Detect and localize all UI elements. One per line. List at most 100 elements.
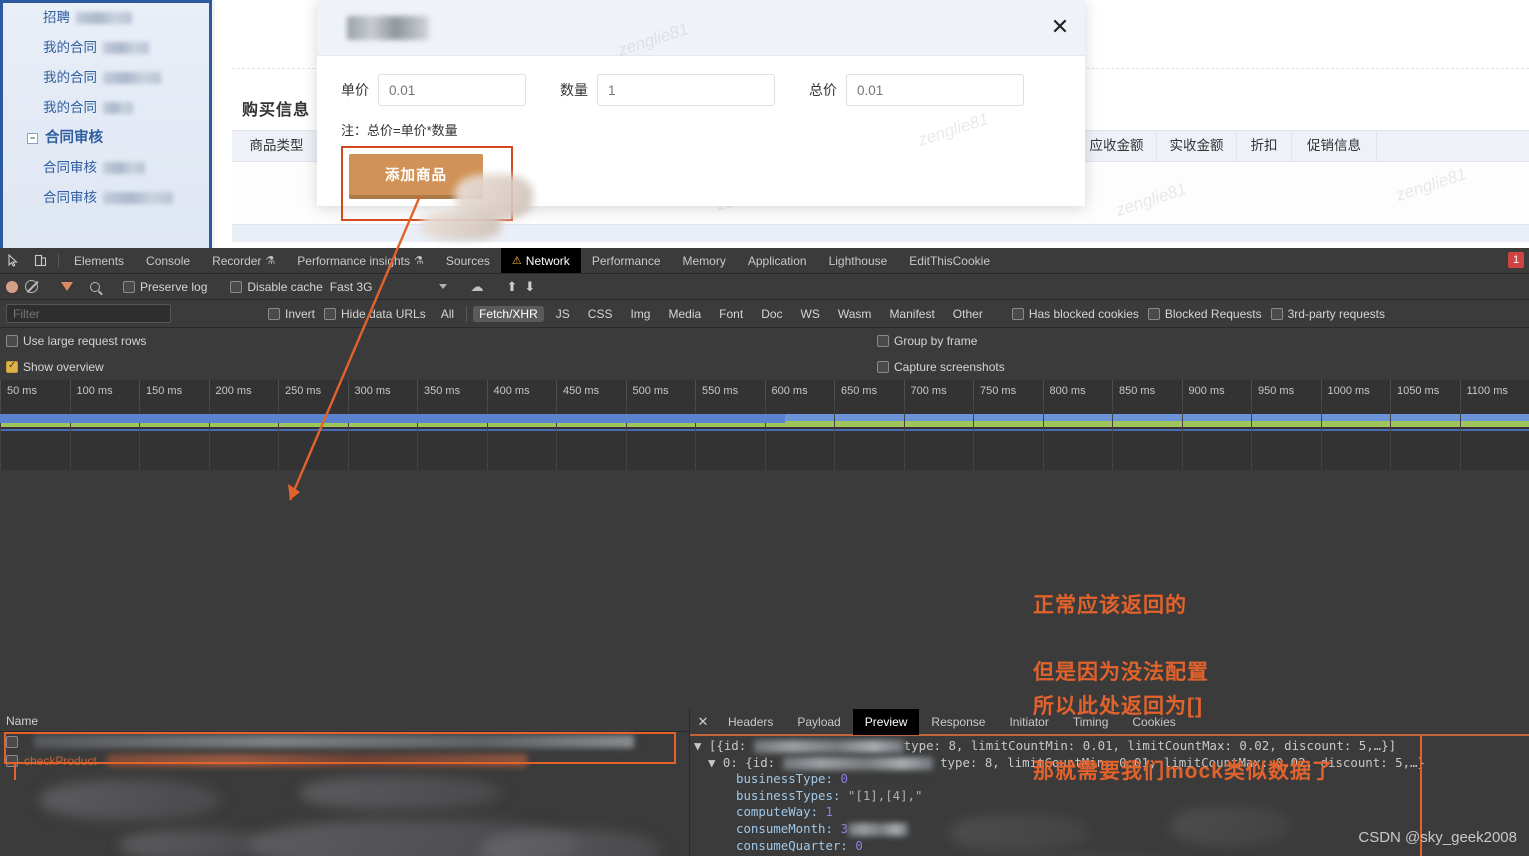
sidebar-item-0[interactable]: 招聘 bbox=[3, 3, 209, 33]
app-sidebar[interactable]: 招聘我的合同我的合同我的合同−合同审核合同审核合同审核 bbox=[0, 0, 212, 248]
search-icon[interactable] bbox=[90, 282, 100, 292]
close-icon[interactable]: ✕ bbox=[1045, 14, 1075, 44]
devtools-tabs: Elements ConsoleRecorder⚗Performance insi… bbox=[63, 248, 1001, 273]
filter-icon[interactable] bbox=[61, 282, 73, 291]
type-filter-other[interactable]: Other bbox=[947, 306, 989, 322]
response-tab-payload[interactable]: Payload bbox=[785, 709, 852, 735]
type-filter-ws[interactable]: WS bbox=[795, 306, 826, 322]
devtools-tab-editthiscookie[interactable]: EditThisCookie bbox=[898, 248, 1001, 273]
type-filter-img[interactable]: Img bbox=[624, 306, 656, 322]
devtools-tab-elements[interactable]: Elements bbox=[63, 248, 135, 273]
use-large-request-rows-checkbox[interactable]: Use large request rows bbox=[6, 334, 146, 348]
overview-tick-0: 50 ms bbox=[0, 380, 70, 402]
type-filter-js[interactable]: JS bbox=[550, 306, 576, 322]
show-overview-label: Show overview bbox=[23, 360, 104, 374]
json-entry-businessTypes: businessTypes: "[1],[4]," bbox=[690, 788, 1529, 805]
type-filter-font[interactable]: Font bbox=[713, 306, 749, 322]
capture-screenshots-checkbox[interactable]: Capture screenshots bbox=[877, 360, 1005, 374]
show-overview-checkbox[interactable]: Show overview bbox=[6, 360, 104, 374]
close-icon[interactable]: ✕ bbox=[690, 714, 716, 730]
request-row-0[interactable] bbox=[0, 732, 689, 751]
device-toolbar-icon[interactable] bbox=[27, 248, 54, 273]
devtools-tab-performance-insights[interactable]: Performance insights⚗ bbox=[286, 248, 435, 273]
network-toolbar: Preserve log Disable cache Fast 3G ☁ ⬆ ⬇ bbox=[0, 274, 1529, 300]
hide-data-urls-label: Hide data URLs bbox=[341, 307, 426, 321]
table-header-cell-0: 商品类型 bbox=[232, 130, 322, 162]
sidebar-item-6[interactable]: 合同审核 bbox=[3, 183, 209, 213]
overview-time-ruler: 50 ms100 ms150 ms200 ms250 ms300 ms350 m… bbox=[0, 380, 1529, 402]
sidebar-item-4[interactable]: −合同审核 bbox=[3, 123, 209, 153]
devtools-tab-application[interactable]: Application bbox=[737, 248, 818, 273]
devtools-tab-recorder[interactable]: Recorder⚗ bbox=[201, 248, 286, 273]
group-by-frame-label: Group by frame bbox=[894, 334, 977, 348]
modal-header: ✕ bbox=[317, 0, 1085, 56]
devtools-tab-console[interactable]: Console bbox=[135, 248, 201, 273]
field-label-0: 单价 bbox=[341, 80, 369, 100]
field-input-2[interactable] bbox=[846, 74, 1024, 106]
devtools-tab-label: EditThisCookie bbox=[909, 254, 990, 268]
response-tab-response[interactable]: Response bbox=[919, 709, 997, 735]
devtools-tab-memory[interactable]: Memory bbox=[672, 248, 737, 273]
sidebar-item-5[interactable]: 合同审核 bbox=[3, 153, 209, 183]
third-party-requests-checkbox[interactable]: 3rd-party requests bbox=[1271, 307, 1385, 321]
type-filter-doc[interactable]: Doc bbox=[755, 306, 788, 322]
record-icon[interactable] bbox=[6, 281, 18, 293]
field-1: 数量 bbox=[560, 74, 775, 106]
json-key: computeWay: bbox=[736, 804, 826, 819]
field-input-1[interactable] bbox=[597, 74, 775, 106]
network-overview[interactable]: 50 ms100 ms150 ms200 ms250 ms300 ms350 m… bbox=[0, 380, 1529, 470]
group-by-frame-checkbox[interactable]: Group by frame bbox=[877, 334, 977, 348]
devtools-tab-network[interactable]: ⚠Network bbox=[501, 248, 581, 273]
type-filter-media[interactable]: Media bbox=[662, 306, 707, 322]
capture-screenshots-label: Capture screenshots bbox=[894, 360, 1005, 374]
redacted-text bbox=[103, 192, 173, 204]
overview-gridline-3 bbox=[209, 402, 210, 470]
devtools-tab-label: Lighthouse bbox=[829, 254, 888, 268]
requests-column-header[interactable]: Name bbox=[0, 710, 689, 732]
sidebar-item-1[interactable]: 我的合同 bbox=[3, 33, 209, 63]
disable-cache-checkbox[interactable]: Disable cache bbox=[230, 280, 322, 294]
response-tab-headers[interactable]: Headers bbox=[716, 709, 785, 735]
devtools-tab-label: Sources bbox=[446, 254, 490, 268]
sidebar-item-2[interactable]: 我的合同 bbox=[3, 63, 209, 93]
hide-data-urls-checkbox[interactable]: Hide data URLs bbox=[324, 307, 426, 321]
blocked-requests-checkbox[interactable]: Blocked Requests bbox=[1148, 307, 1262, 321]
request-row-1[interactable]: checkProduct bbox=[0, 751, 689, 770]
has-blocked-cookies-checkbox[interactable]: Has blocked cookies bbox=[1012, 307, 1139, 321]
tree-collapse-icon[interactable]: − bbox=[27, 133, 38, 144]
add-product-button[interactable]: 添加商品 bbox=[349, 154, 483, 199]
filter-input[interactable] bbox=[6, 304, 171, 323]
response-tab-preview[interactable]: Preview bbox=[853, 709, 920, 735]
error-count-badge[interactable]: 1 bbox=[1508, 252, 1524, 268]
network-conditions-icon[interactable]: ☁ bbox=[470, 279, 483, 295]
field-input-0[interactable] bbox=[378, 74, 526, 106]
sidebar-item-3[interactable]: 我的合同 bbox=[3, 93, 209, 123]
request-checkbox[interactable] bbox=[6, 736, 18, 748]
requests-list: checkProduct bbox=[0, 732, 689, 770]
json-root-prefix: ▼ [{id: bbox=[694, 738, 754, 753]
type-filter-manifest[interactable]: Manifest bbox=[883, 306, 940, 322]
throttling-select-value[interactable]: Fast 3G bbox=[330, 280, 373, 294]
type-filter-wasm[interactable]: Wasm bbox=[832, 306, 878, 322]
preserve-log-checkbox[interactable]: Preserve log bbox=[123, 280, 207, 294]
type-filter-fetch-xhr[interactable]: Fetch/XHR bbox=[473, 306, 544, 322]
type-filter-css[interactable]: CSS bbox=[582, 306, 619, 322]
field-label-2: 总价 bbox=[809, 80, 837, 100]
invert-checkbox[interactable]: Invert bbox=[268, 307, 315, 321]
chevron-down-icon[interactable] bbox=[439, 284, 447, 289]
import-har-icon[interactable]: ⬆ bbox=[506, 279, 517, 295]
overview-request-bar bbox=[0, 414, 785, 423]
devtools-tab-label: Performance bbox=[592, 254, 661, 268]
export-har-icon[interactable]: ⬇ bbox=[524, 279, 535, 295]
devtools-tab-label: Elements bbox=[74, 254, 124, 268]
json-root-line[interactable]: ▼ [{id: type: 8, limitCountMin: 0.01, li… bbox=[690, 738, 1529, 755]
request-checkbox[interactable] bbox=[6, 755, 18, 767]
annotation-text-2: 所以此处返回为[] bbox=[1033, 690, 1203, 720]
inspect-element-icon[interactable] bbox=[0, 248, 27, 273]
clear-icon[interactable] bbox=[25, 280, 38, 293]
type-filter-all[interactable]: All bbox=[435, 306, 460, 322]
devtools-tab-sources[interactable]: Sources bbox=[435, 248, 501, 273]
devtools-tab-performance[interactable]: Performance bbox=[581, 248, 672, 273]
experiment-beaker-icon: ⚗ bbox=[265, 254, 275, 267]
devtools-tab-lighthouse[interactable]: Lighthouse bbox=[818, 248, 899, 273]
